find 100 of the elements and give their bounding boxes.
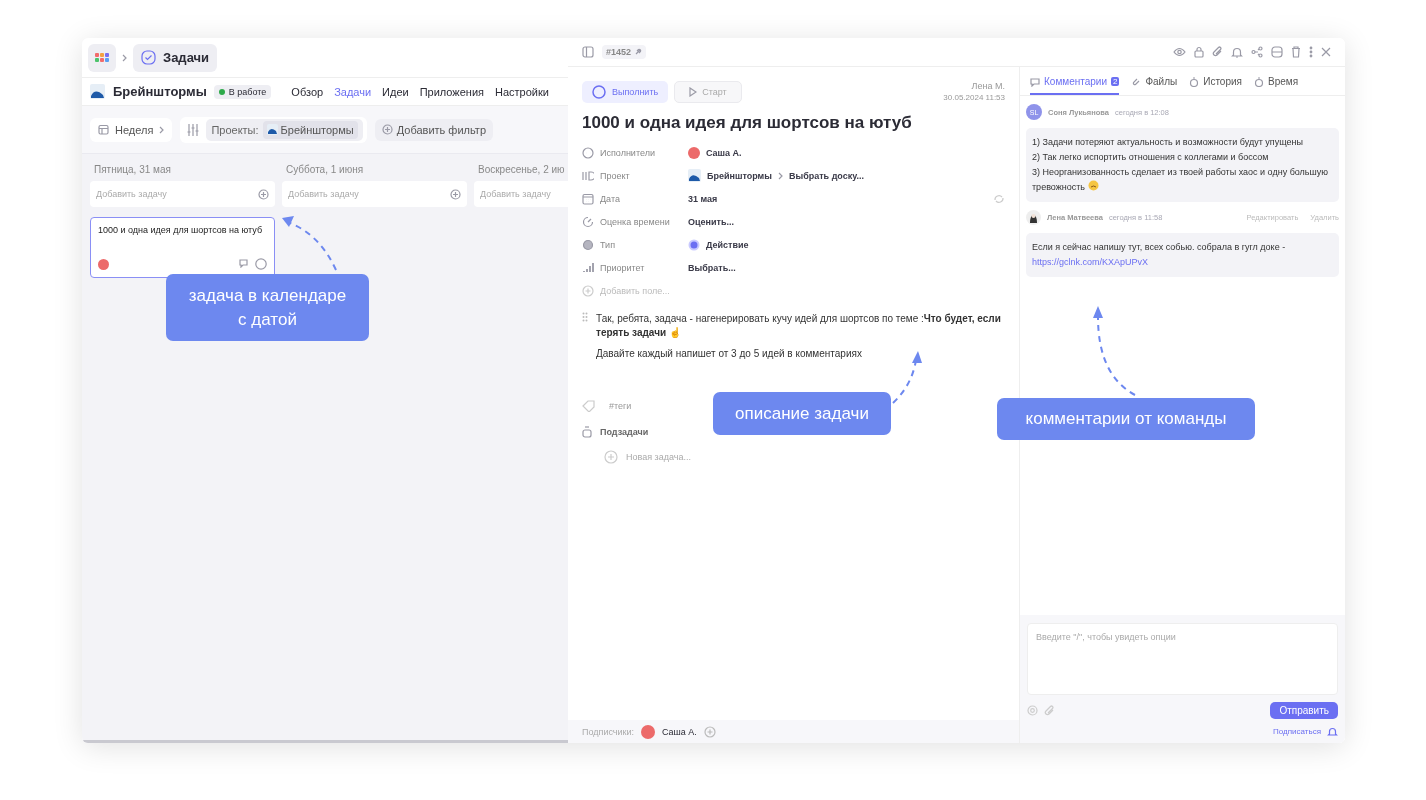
share-nodes-icon[interactable]: [1251, 46, 1263, 58]
field-label: Дата: [600, 193, 620, 204]
project-name: Брейнштормы: [113, 84, 207, 99]
nav-tab[interactable]: Задачи: [334, 85, 372, 98]
count-badge: 2: [1111, 77, 1120, 86]
task-card[interactable]: 1000 и одна идея для шортсов на ютуб: [90, 217, 275, 278]
breadcrumb-chip[interactable]: Задачи: [133, 43, 218, 72]
task-title: 1000 и одна идея для шортсов на ютуб: [98, 225, 264, 235]
lock-icon[interactable]: [1194, 46, 1204, 58]
avatar: [98, 258, 109, 270]
close-icon[interactable]: [1321, 47, 1331, 57]
comment-input[interactable]: Введите "/", чтобы увидеть опции: [1027, 623, 1338, 695]
subscriber-name: Саша А.: [662, 726, 697, 737]
wave-logo-icon: [266, 124, 278, 135]
circle-icon: [592, 85, 606, 99]
avatar: [688, 146, 700, 159]
plus-circle-icon: [450, 188, 461, 200]
calendar-icon: [582, 192, 594, 205]
people-icon: [582, 146, 594, 159]
field-value[interactable]: Оценить...: [688, 216, 734, 227]
add-filter-button[interactable]: Добавить фильтр: [374, 118, 493, 141]
complete-button[interactable]: Выполнить: [582, 81, 669, 103]
calendar-icon: [98, 124, 109, 135]
field-value[interactable]: Брейнштормы: [707, 170, 772, 181]
subscribe-link[interactable]: Подписаться: [1273, 727, 1321, 736]
comment-text: 1) Задачи потеряют актуальность и возможности будут упущены 2) Так легко испортить отношения с коллегами и боссом 3) Неорганизованность сделает из твоей работы хаос и одну большую тревожность: [1026, 128, 1339, 202]
sliders-icon[interactable]: [186, 122, 201, 137]
callout-label: комментарии от команды: [997, 398, 1255, 440]
circle-icon[interactable]: [255, 258, 267, 270]
plus-circle-icon[interactable]: [604, 450, 618, 464]
stopwatch-icon: [1254, 76, 1264, 87]
paperclip-icon[interactable]: [1212, 46, 1223, 58]
bell-icon[interactable]: [1327, 726, 1338, 737]
grid-icon: [95, 53, 109, 62]
repeat-icon[interactable]: [993, 193, 1005, 204]
wave-logo-icon: [90, 84, 105, 99]
project-filter-chip[interactable]: Проекты: Брейнштормы: [206, 118, 363, 141]
mention-icon[interactable]: [1027, 705, 1038, 716]
created-date: 30.05.2024 11:53: [943, 93, 1005, 102]
chevron-icon: [122, 53, 127, 62]
drag-handle-icon: [582, 312, 588, 322]
nav-tab[interactable]: Приложения: [419, 85, 484, 98]
signal-bars-icon: [582, 261, 594, 274]
comment-icon: [1030, 76, 1040, 87]
comments-tab[interactable]: Комментарии 2: [1030, 76, 1120, 95]
chevron-icon: [777, 171, 783, 180]
plus-circle-icon: [381, 124, 393, 135]
callout-label: описание задачи: [713, 392, 891, 435]
apps-button[interactable]: [88, 43, 116, 72]
nav-tab[interactable]: Настройки: [495, 85, 549, 98]
bell-icon[interactable]: [1231, 46, 1243, 58]
day-header: Суббота, 1 июня: [285, 164, 365, 175]
plus-circle-icon[interactable]: [582, 284, 594, 297]
field-label: Исполнители: [600, 147, 655, 158]
board-select[interactable]: Выбрать доску...: [788, 170, 864, 181]
stopwatch-icon: [1189, 76, 1200, 87]
link-icon: [634, 48, 643, 56]
comment-icon: [239, 258, 250, 268]
comments-tab[interactable]: Время: [1254, 76, 1299, 95]
archive-icon[interactable]: [1271, 46, 1283, 58]
task-title: 1000 и одна идея для шортсов на ютуб: [582, 113, 913, 133]
field-label: Приоритет: [600, 262, 645, 273]
plus-circle-icon: [258, 188, 269, 200]
eye-icon[interactable]: [1173, 47, 1186, 57]
field-value[interactable]: Саша А.: [706, 147, 742, 158]
paperclip-icon[interactable]: [1044, 704, 1055, 717]
field-label: Оценка времени: [600, 216, 670, 227]
nav-tab[interactable]: Обзор: [291, 85, 324, 98]
type-dot-icon: [688, 238, 700, 251]
avatar: [641, 724, 655, 739]
person-avatar-icon: [1026, 210, 1041, 225]
play-icon: [689, 87, 698, 97]
field-value[interactable]: Действие: [706, 239, 749, 250]
description-paragraph: Так, ребята, задача - нагенерировать кучу идей для шортсов по теме :Что будет, если терять задачи ☝: [596, 312, 1002, 340]
comment-link[interactable]: https://gclnk.com/KXApUPvX: [1032, 257, 1149, 267]
week-button[interactable]: Неделя: [90, 117, 173, 142]
author-name: Лена М.: [970, 81, 1005, 91]
day-header: Пятница, 31 мая: [93, 164, 172, 175]
chevron-icon: [159, 125, 165, 134]
nav-tab[interactable]: Идеи: [382, 85, 409, 98]
status-label: В работе: [228, 86, 267, 97]
field-value[interactable]: 31 мая: [688, 193, 718, 204]
wave-logo-icon: [688, 169, 701, 182]
trash-icon[interactable]: [1291, 46, 1301, 58]
plus-circle-icon[interactable]: [703, 725, 716, 738]
more-icon[interactable]: [1309, 46, 1313, 58]
comments-tab[interactable]: История: [1189, 76, 1242, 95]
toggle-icon: [582, 238, 594, 251]
day-header: Воскресенье, 2 ию: [477, 164, 566, 175]
panel-icon[interactable]: [582, 46, 594, 58]
callout-label: задача в календаре с датой: [166, 274, 369, 341]
comments-tab[interactable]: Файлы: [1131, 76, 1178, 95]
send-button[interactable]: Отправить: [1270, 702, 1338, 719]
field-value[interactable]: Выбрать...: [688, 262, 736, 273]
subscribers-label: Подписчики:: [582, 726, 634, 737]
board-icon: [582, 169, 594, 182]
subtasks-icon: [582, 426, 592, 438]
project-tag-label: Брейнштормы: [280, 123, 354, 136]
status-dot: [218, 88, 225, 95]
field-label: Тип: [600, 239, 615, 250]
